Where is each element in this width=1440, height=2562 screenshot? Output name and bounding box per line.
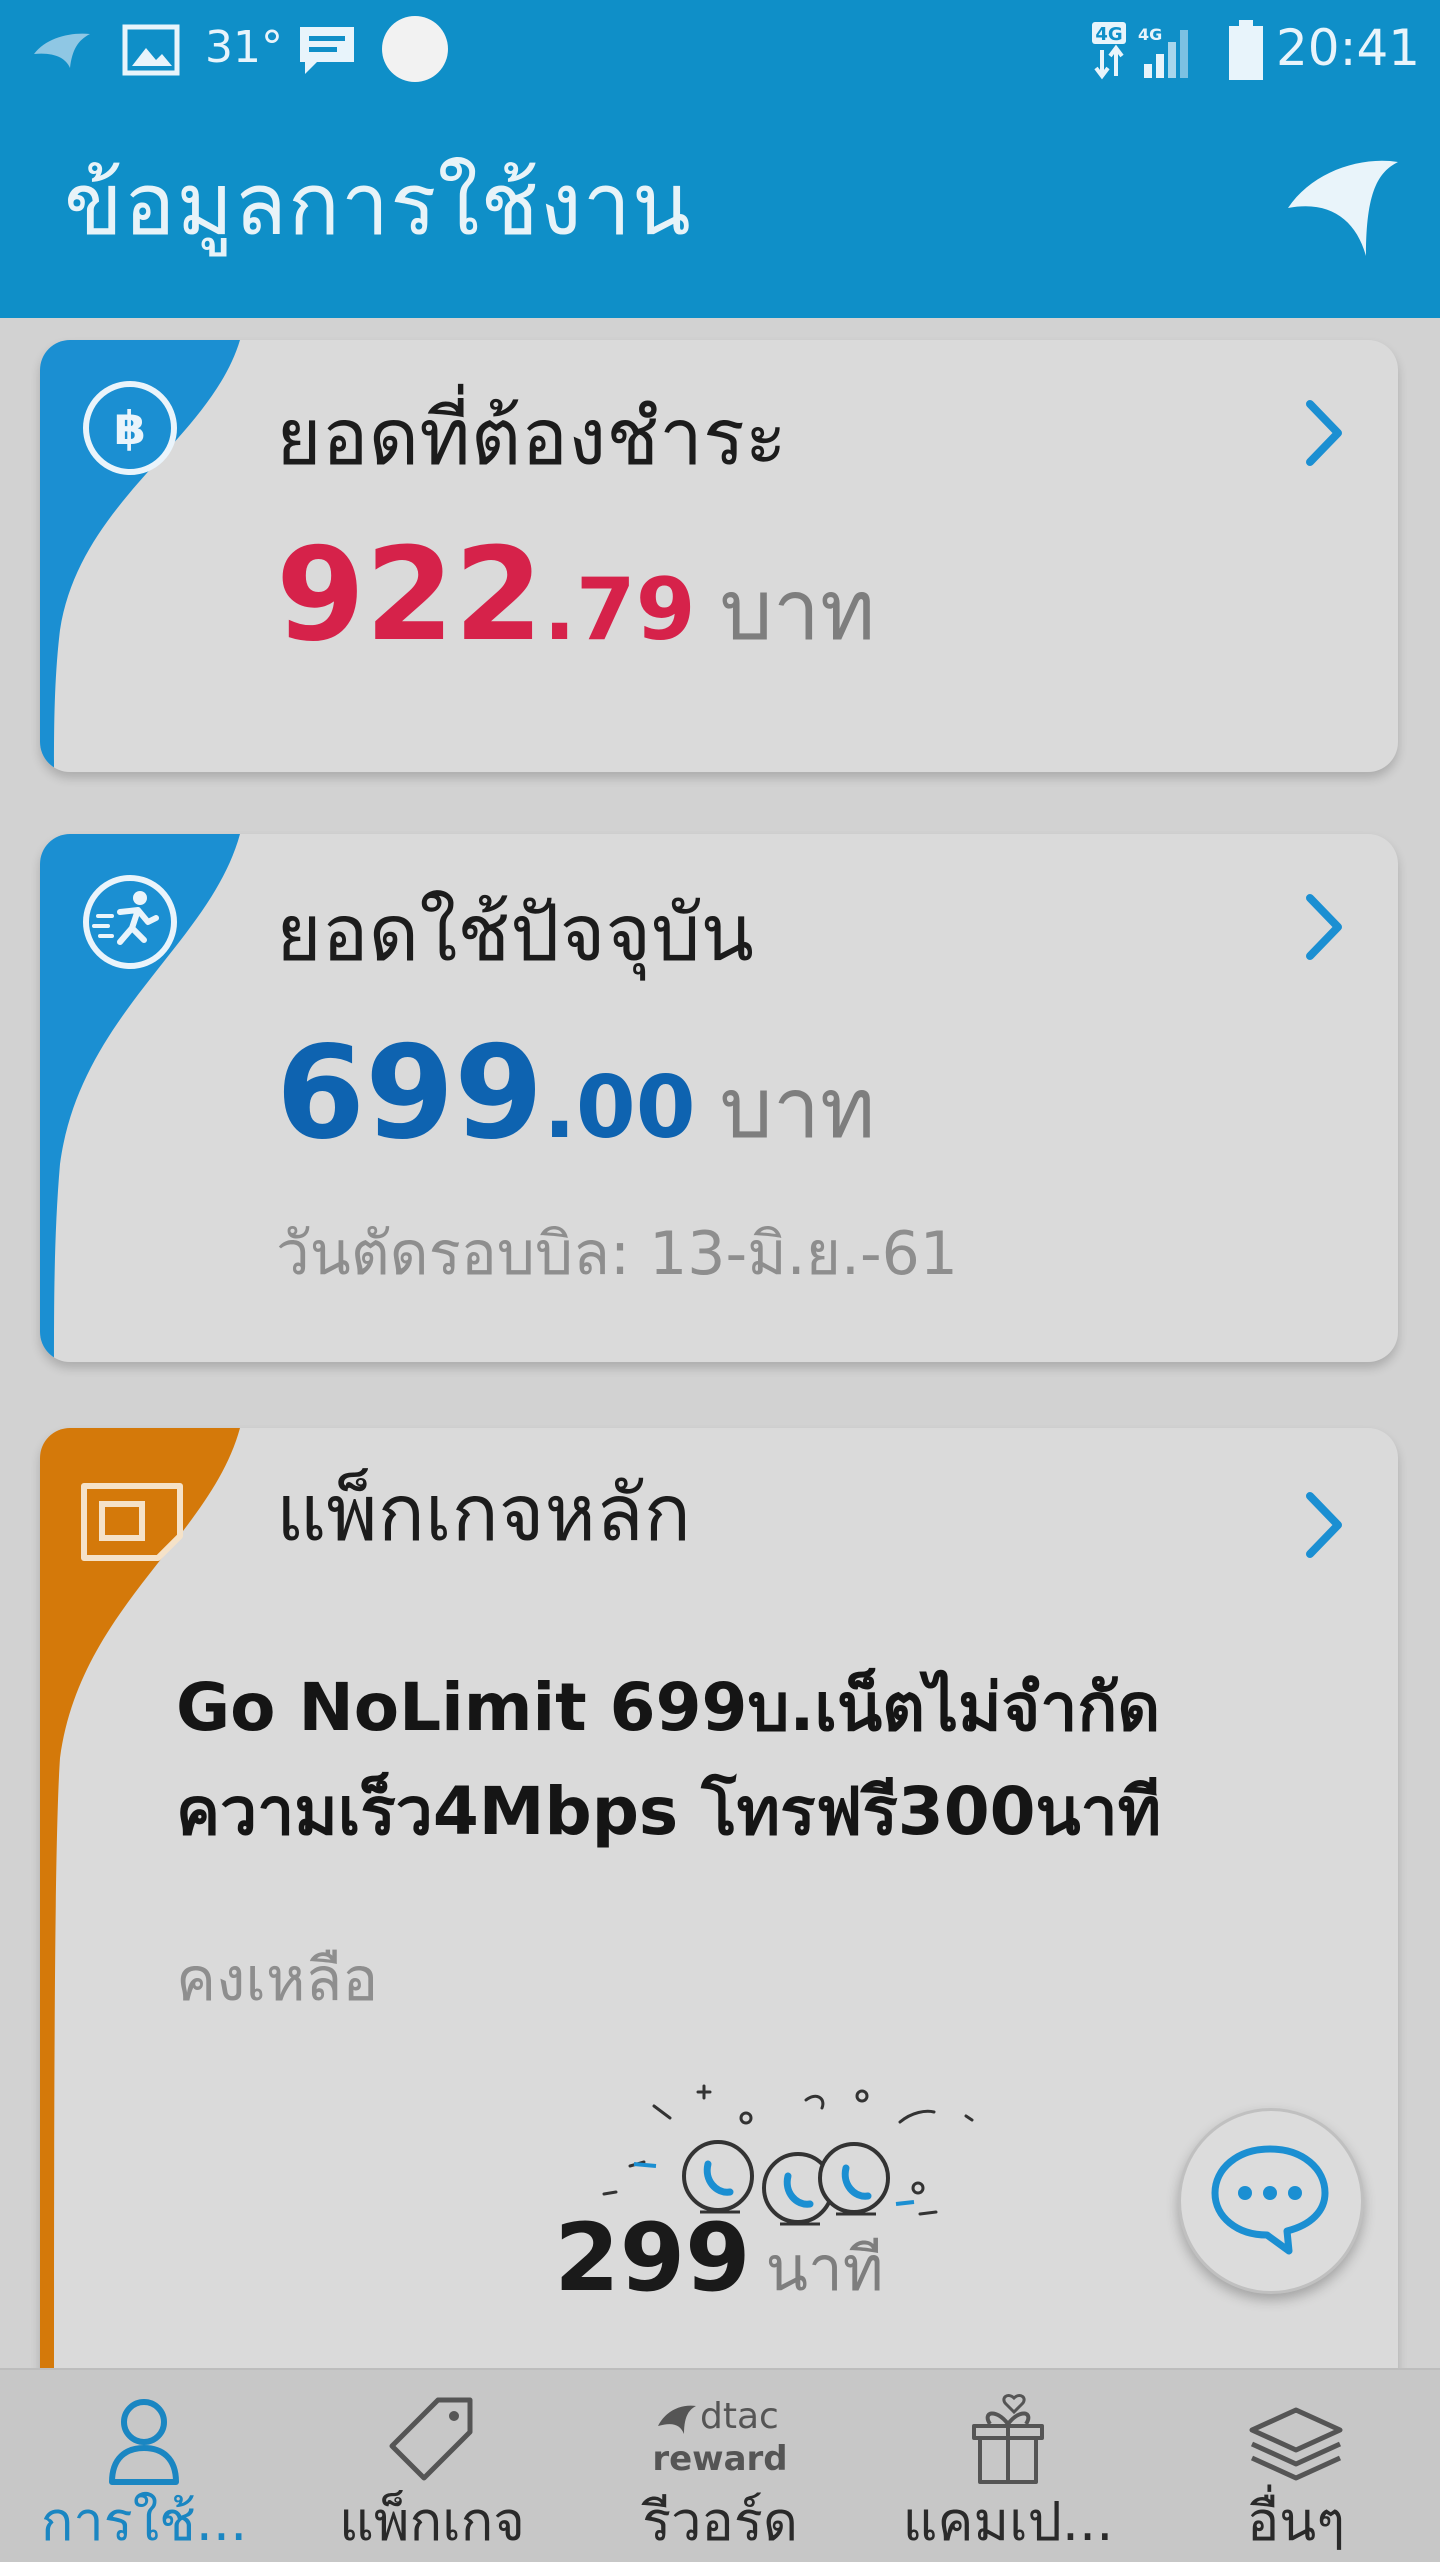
nav-label: รีวอร์ด	[642, 2490, 798, 2553]
amount-unit: บาท	[719, 561, 876, 659]
nav-reward[interactable]: dtac reward รีวอร์ด	[576, 2370, 864, 2562]
amount-decimal: .79	[543, 560, 696, 660]
package-line-1: Go NoLimit 699บ.เน็ตไม่จำกัด	[176, 1669, 1161, 1746]
remaining-value: 299	[554, 2204, 751, 2313]
chevron-right-icon[interactable]	[1302, 1490, 1348, 1560]
nav-usage[interactable]: การใช้...	[0, 2370, 288, 2562]
svg-text:4G: 4G	[1138, 25, 1162, 44]
battery-icon	[1229, 20, 1263, 80]
amount-integer: 699	[276, 1019, 544, 1168]
page-title: ข้อมูลการใช้งาน	[64, 155, 692, 255]
main-package-title: แพ็กเกจหลัก	[276, 1469, 691, 1559]
nav-label: แพ็กเกจ	[339, 2490, 525, 2553]
image-icon	[122, 24, 180, 76]
package-description: Go NoLimit 699บ.เน็ตไม่จำกัด ความเร็ว4Mb…	[176, 1656, 1161, 1864]
nav-label: อื่นๆ	[1246, 2490, 1346, 2553]
chat-bubble-icon	[1211, 2145, 1329, 2255]
usage-content: ฿ ยอดที่ต้องชำระ 922.79 บาท ยอดใช้ปัจจุบั…	[0, 318, 1440, 2368]
tag-icon	[389, 2397, 473, 2481]
app-bar: ข้อมูลการใช้งาน	[0, 100, 1440, 318]
svg-text:4G: 4G	[1095, 24, 1122, 45]
gift-box-icon	[972, 2394, 1044, 2484]
signal-icon: 4G 4G	[1092, 22, 1188, 80]
circle-notification-icon	[382, 16, 448, 82]
dtac-logo-icon	[1288, 160, 1398, 256]
temperature-text: 31°	[205, 22, 283, 73]
current-usage-title: ยอดใช้ปัจจุบัน	[276, 889, 754, 979]
nav-label: การใช้...	[40, 2490, 248, 2553]
chevron-right-icon[interactable]	[1302, 892, 1348, 962]
svg-text:reward: reward	[652, 2439, 787, 2479]
amount-decimal: .00	[543, 1058, 696, 1158]
nav-label: แคมเป...	[902, 2490, 1114, 2553]
amount-unit: บาท	[719, 1059, 876, 1157]
message-icon	[300, 27, 354, 74]
chevron-right-icon[interactable]	[1302, 398, 1348, 468]
person-icon	[109, 2399, 179, 2485]
status-bar: 31° 4G 4G 20:41	[0, 0, 1440, 100]
sim-card-icon	[81, 1483, 183, 1561]
remaining-label: คงเหลือ	[176, 1945, 379, 2015]
svg-text:฿: ฿	[114, 401, 146, 455]
package-line-2: ความเร็ว4Mbps โทรฟรี300นาที	[176, 1773, 1162, 1850]
current-usage-card[interactable]: ยอดใช้ปัจจุบัน 699.00 บาท วันตัดรอบบิล: 1…	[40, 834, 1398, 1362]
dtac-reward-icon: dtac reward	[652, 2396, 787, 2479]
balance-due-title: ยอดที่ต้องชำระ	[276, 393, 787, 483]
nav-campaign[interactable]: แคมเป...	[864, 2370, 1152, 2562]
bill-cycle-date: วันตัดรอบบิล: 13-มิ.ย.-61	[276, 1219, 958, 1289]
running-person-icon	[83, 875, 177, 969]
nav-more[interactable]: อื่นๆ	[1152, 2370, 1440, 2562]
nav-packages[interactable]: แพ็กเกจ	[288, 2370, 576, 2562]
bottom-navigation: การใช้... แพ็กเกจ dtac reward รีวอร์ด แค…	[0, 2368, 1440, 2562]
baht-icon: ฿	[83, 381, 177, 475]
chat-button[interactable]	[1178, 2108, 1364, 2294]
balance-due-amount: 922.79 บาท	[276, 526, 875, 676]
svg-text:dtac: dtac	[700, 2396, 779, 2437]
layers-icon	[1249, 2407, 1343, 2481]
current-usage-amount: 699.00 บาท	[276, 1024, 875, 1174]
remaining-unit: นาที	[765, 2232, 884, 2305]
balance-due-card[interactable]: ฿ ยอดที่ต้องชำระ 922.79 บาท	[40, 340, 1398, 772]
amount-integer: 922	[276, 521, 544, 670]
time-text: 20:41	[1276, 19, 1421, 77]
dtac-notification-icon	[34, 33, 90, 68]
